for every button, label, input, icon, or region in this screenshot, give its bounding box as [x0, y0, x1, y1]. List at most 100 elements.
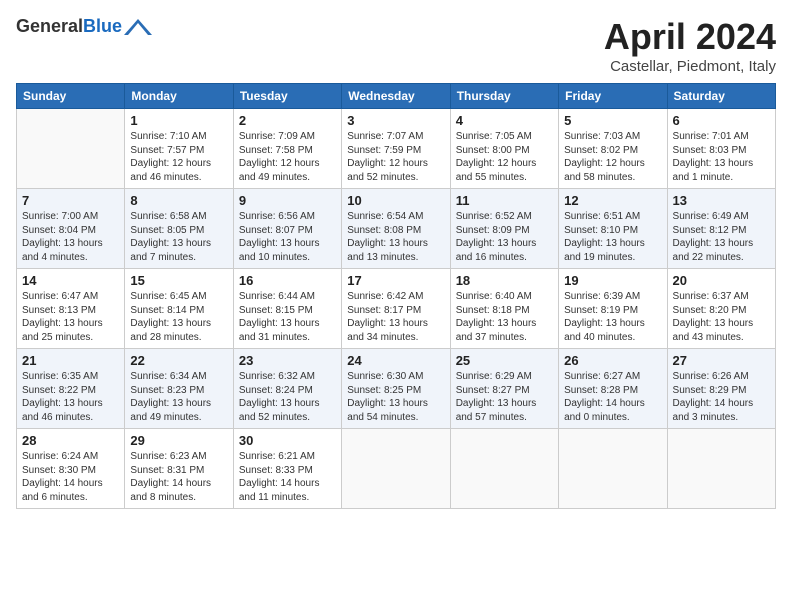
month-title: April 2024: [604, 16, 776, 58]
page-header: GeneralBlue April 2024 Castellar, Piedmo…: [16, 16, 776, 75]
calendar-day-cell: 24Sunrise: 6:30 AM Sunset: 8:25 PM Dayli…: [342, 349, 450, 429]
day-info: Sunrise: 6:52 AM Sunset: 8:09 PM Dayligh…: [456, 210, 553, 264]
title-block: April 2024 Castellar, Piedmont, Italy: [604, 16, 776, 75]
day-info: Sunrise: 6:54 AM Sunset: 8:08 PM Dayligh…: [347, 210, 444, 264]
calendar-day-cell: [342, 429, 450, 509]
day-info: Sunrise: 6:51 AM Sunset: 8:10 PM Dayligh…: [564, 210, 661, 264]
day-info: Sunrise: 7:05 AM Sunset: 8:00 PM Dayligh…: [456, 130, 553, 184]
day-number: 19: [564, 273, 661, 288]
calendar-day-cell: 28 Sunrise: 6:24 AM Sunset: 8:30 PM Dayli…: [17, 429, 125, 509]
day-number: 26: [564, 353, 661, 368]
day-info: Sunrise: 6:44 AM Sunset: 8:15 PM Dayligh…: [239, 290, 336, 344]
calendar-day-cell: 17 Sunrise: 6:42 AM Sunset: 8:17 PM Dayli…: [342, 269, 450, 349]
day-of-week-header: Tuesday: [233, 84, 341, 109]
location: Castellar, Piedmont, Italy: [604, 58, 776, 75]
day-info: Sunrise: 6:24 AM Sunset: 8:30 PM Dayligh…: [22, 450, 119, 504]
day-info: Sunrise: 6:23 AM Sunset: 8:31 PM Dayligh…: [130, 450, 227, 504]
calendar-day-cell: 10Sunrise: 6:54 AM Sunset: 8:08 PM Dayli…: [342, 189, 450, 269]
calendar-body: 1Sunrise: 7:10 AM Sunset: 7:57 PM Daylig…: [17, 109, 776, 509]
day-info: Sunrise: 6:58 AM Sunset: 8:05 PM Dayligh…: [130, 210, 227, 264]
calendar-day-cell: 9 Sunrise: 6:56 AM Sunset: 8:07 PM Daylig…: [233, 189, 341, 269]
day-number: 7: [22, 193, 119, 208]
day-number: 17: [347, 273, 444, 288]
calendar-day-cell: 14Sunrise: 6:47 AM Sunset: 8:13 PM Dayli…: [17, 269, 125, 349]
day-number: 16: [239, 273, 336, 288]
calendar-day-cell: [559, 429, 667, 509]
calendar-day-cell: 22 Sunrise: 6:34 AM Sunset: 8:23 PM Dayli…: [125, 349, 233, 429]
calendar-day-cell: 20Sunrise: 6:37 AM Sunset: 8:20 PM Dayli…: [667, 269, 775, 349]
calendar-day-cell: 29 Sunrise: 6:23 AM Sunset: 8:31 PM Dayli…: [125, 429, 233, 509]
day-info: Sunrise: 6:40 AM Sunset: 8:18 PM Dayligh…: [456, 290, 553, 344]
logo-icon: [124, 17, 152, 37]
day-info: Sunrise: 6:39 AM Sunset: 8:19 PM Dayligh…: [564, 290, 661, 344]
logo: GeneralBlue: [16, 16, 152, 37]
calendar-week-row: 7 Sunrise: 7:00 AM Sunset: 8:04 PM Daylig…: [17, 189, 776, 269]
logo-blue-text: Blue: [83, 16, 122, 36]
day-of-week-header: Saturday: [667, 84, 775, 109]
calendar-day-cell: 23 Sunrise: 6:32 AM Sunset: 8:24 PM Dayli…: [233, 349, 341, 429]
day-info: Sunrise: 6:45 AM Sunset: 8:14 PM Dayligh…: [130, 290, 227, 344]
calendar-day-cell: 6 Sunrise: 7:01 AM Sunset: 8:03 PM Daylig…: [667, 109, 775, 189]
calendar-week-row: 14Sunrise: 6:47 AM Sunset: 8:13 PM Dayli…: [17, 269, 776, 349]
day-number: 6: [673, 113, 770, 128]
day-info: Sunrise: 6:49 AM Sunset: 8:12 PM Dayligh…: [673, 210, 770, 264]
day-number: 24: [347, 353, 444, 368]
day-info: Sunrise: 7:01 AM Sunset: 8:03 PM Dayligh…: [673, 130, 770, 184]
day-number: 11: [456, 193, 553, 208]
day-of-week-header: Thursday: [450, 84, 558, 109]
day-info: Sunrise: 6:27 AM Sunset: 8:28 PM Dayligh…: [564, 370, 661, 424]
day-number: 14: [22, 273, 119, 288]
day-number: 27: [673, 353, 770, 368]
day-info: Sunrise: 7:09 AM Sunset: 7:58 PM Dayligh…: [239, 130, 336, 184]
calendar-week-row: 28 Sunrise: 6:24 AM Sunset: 8:30 PM Dayli…: [17, 429, 776, 509]
day-info: Sunrise: 7:03 AM Sunset: 8:02 PM Dayligh…: [564, 130, 661, 184]
calendar-table: SundayMondayTuesdayWednesdayThursdayFrid…: [16, 83, 776, 509]
day-info: Sunrise: 7:07 AM Sunset: 7:59 PM Dayligh…: [347, 130, 444, 184]
day-number: 23: [239, 353, 336, 368]
day-number: 9: [239, 193, 336, 208]
day-number: 13: [673, 193, 770, 208]
calendar-week-row: 21Sunrise: 6:35 AM Sunset: 8:22 PM Dayli…: [17, 349, 776, 429]
header-row: SundayMondayTuesdayWednesdayThursdayFrid…: [17, 84, 776, 109]
day-number: 12: [564, 193, 661, 208]
calendar-day-cell: [667, 429, 775, 509]
day-number: 2: [239, 113, 336, 128]
day-info: Sunrise: 6:32 AM Sunset: 8:24 PM Dayligh…: [239, 370, 336, 424]
day-info: Sunrise: 6:42 AM Sunset: 8:17 PM Dayligh…: [347, 290, 444, 344]
calendar-day-cell: 16 Sunrise: 6:44 AM Sunset: 8:15 PM Dayli…: [233, 269, 341, 349]
day-info: Sunrise: 6:35 AM Sunset: 8:22 PM Dayligh…: [22, 370, 119, 424]
day-of-week-header: Sunday: [17, 84, 125, 109]
calendar-day-cell: 11 Sunrise: 6:52 AM Sunset: 8:09 PM Dayli…: [450, 189, 558, 269]
calendar-day-cell: 26 Sunrise: 6:27 AM Sunset: 8:28 PM Dayli…: [559, 349, 667, 429]
calendar-day-cell: [450, 429, 558, 509]
calendar-day-cell: 18Sunrise: 6:40 AM Sunset: 8:18 PM Dayli…: [450, 269, 558, 349]
day-number: 8: [130, 193, 227, 208]
day-number: 30: [239, 433, 336, 448]
day-number: 5: [564, 113, 661, 128]
day-of-week-header: Monday: [125, 84, 233, 109]
day-number: 4: [456, 113, 553, 128]
day-number: 15: [130, 273, 227, 288]
day-number: 20: [673, 273, 770, 288]
calendar-day-cell: 2 Sunrise: 7:09 AM Sunset: 7:58 PM Daylig…: [233, 109, 341, 189]
calendar-day-cell: 12 Sunrise: 6:51 AM Sunset: 8:10 PM Dayli…: [559, 189, 667, 269]
calendar-day-cell: 7 Sunrise: 7:00 AM Sunset: 8:04 PM Daylig…: [17, 189, 125, 269]
calendar-day-cell: [17, 109, 125, 189]
calendar-day-cell: 3Sunrise: 7:07 AM Sunset: 7:59 PM Daylig…: [342, 109, 450, 189]
day-info: Sunrise: 6:34 AM Sunset: 8:23 PM Dayligh…: [130, 370, 227, 424]
day-info: Sunrise: 6:29 AM Sunset: 8:27 PM Dayligh…: [456, 370, 553, 424]
day-info: Sunrise: 6:21 AM Sunset: 8:33 PM Dayligh…: [239, 450, 336, 504]
calendar-week-row: 1Sunrise: 7:10 AM Sunset: 7:57 PM Daylig…: [17, 109, 776, 189]
day-number: 25: [456, 353, 553, 368]
day-number: 22: [130, 353, 227, 368]
calendar-day-cell: 5 Sunrise: 7:03 AM Sunset: 8:02 PM Daylig…: [559, 109, 667, 189]
day-number: 28: [22, 433, 119, 448]
day-of-week-header: Friday: [559, 84, 667, 109]
day-number: 29: [130, 433, 227, 448]
day-info: Sunrise: 6:56 AM Sunset: 8:07 PM Dayligh…: [239, 210, 336, 264]
calendar-day-cell: 30 Sunrise: 6:21 AM Sunset: 8:33 PM Dayli…: [233, 429, 341, 509]
calendar-day-cell: 25 Sunrise: 6:29 AM Sunset: 8:27 PM Dayli…: [450, 349, 558, 429]
day-info: Sunrise: 6:26 AM Sunset: 8:29 PM Dayligh…: [673, 370, 770, 424]
day-of-week-header: Wednesday: [342, 84, 450, 109]
day-info: Sunrise: 7:00 AM Sunset: 8:04 PM Dayligh…: [22, 210, 119, 264]
